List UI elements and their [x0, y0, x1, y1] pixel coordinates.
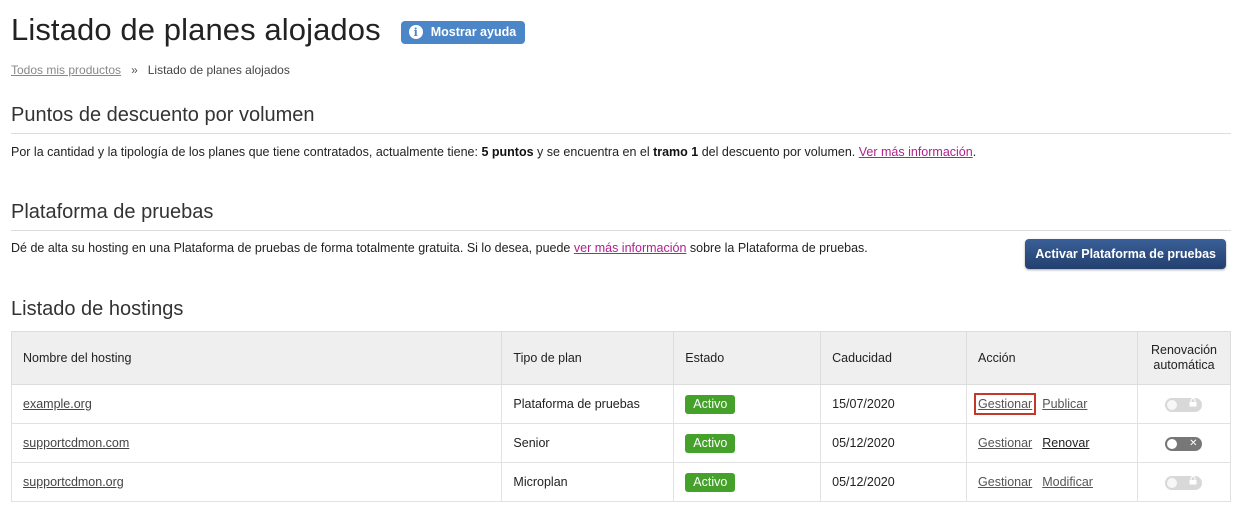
testing-more-info-link[interactable]: ver más información: [574, 241, 687, 255]
discount-text-1: Por la cantidad y la tipología de los pl…: [11, 145, 482, 159]
toggle-knob: [1167, 400, 1178, 410]
discount-text-3: del descuento por volumen.: [698, 145, 859, 159]
show-help-label: Mostrar ayuda: [430, 25, 517, 39]
breadcrumb-current: Listado de planes alojados: [147, 63, 290, 77]
plan-type: Senior: [501, 423, 675, 463]
status-badge: Activo: [685, 472, 736, 492]
expiry-date: 05/12/2020: [820, 462, 968, 502]
page-title: Listado de planes alojados: [11, 12, 381, 47]
hostings-heading: Listado de hostings: [11, 298, 184, 320]
discount-points: 5 puntos: [481, 145, 534, 159]
col-header-renewal: Renovación automática: [1136, 331, 1232, 385]
breadcrumb: Todos mis productos » Listado de planes …: [11, 63, 290, 77]
discount-more-info-link[interactable]: Ver más información: [859, 145, 973, 159]
col-header-name: Nombre del hosting: [10, 331, 503, 385]
hosting-name-link[interactable]: supportcdmon.org: [23, 475, 124, 489]
status-badge: Activo: [685, 433, 736, 453]
manage-link[interactable]: Gestionar: [978, 475, 1032, 489]
info-icon: i: [408, 25, 423, 39]
testing-text-1: Dé de alta su hosting en una Plataforma …: [11, 241, 574, 255]
discount-heading: Puntos de descuento por volumen: [11, 104, 1231, 134]
status-badge: Activo: [685, 394, 736, 414]
plan-type: Microplan: [501, 462, 675, 502]
table-row: example.org Plataforma de pruebas Activo…: [10, 384, 1232, 424]
x-icon: ✕: [1189, 438, 1198, 449]
discount-text-2: y se encuentra en el: [533, 145, 654, 159]
auto-renewal-toggle[interactable]: [1165, 398, 1203, 412]
table-header-row: Nombre del hosting Tipo de plan Estado C…: [10, 331, 1232, 385]
hostings-table: Nombre del hosting Tipo de plan Estado C…: [10, 331, 1232, 502]
modify-link[interactable]: Modificar: [1042, 475, 1093, 489]
lock-icon: [1189, 398, 1197, 412]
table-row: supportcdmon.org Microplan Activo 05/12/…: [10, 462, 1232, 502]
activate-testing-platform-button[interactable]: Activar Plataforma de pruebas: [1025, 239, 1226, 269]
auto-renewal-toggle[interactable]: [1165, 476, 1203, 490]
breadcrumb-all-products-link[interactable]: Todos mis productos: [11, 63, 121, 77]
testing-heading: Plataforma de pruebas: [11, 201, 1231, 231]
toggle-knob: [1167, 439, 1178, 449]
testing-text: Dé de alta su hosting en una Plataforma …: [11, 241, 868, 255]
col-header-status: Estado: [673, 331, 822, 385]
col-header-action: Acción: [966, 331, 1138, 385]
hosting-name-link[interactable]: supportcdmon.com: [23, 436, 129, 450]
discount-tier: tramo 1: [653, 145, 699, 159]
breadcrumb-separator: »: [131, 63, 138, 77]
auto-renewal-toggle[interactable]: ✕: [1165, 437, 1203, 451]
discount-text: Por la cantidad y la tipología de los pl…: [11, 145, 976, 159]
title-row: Listado de planes alojados i Mostrar ayu…: [11, 12, 526, 48]
toggle-knob: [1167, 478, 1178, 488]
expiry-date: 15/07/2020: [820, 384, 968, 424]
col-header-expiry: Caducidad: [820, 331, 968, 385]
lock-icon: [1189, 476, 1197, 490]
table-row: supportcdmon.com Senior Activo 05/12/202…: [10, 423, 1232, 463]
show-help-button[interactable]: i Mostrar ayuda: [400, 20, 526, 44]
renew-link[interactable]: Renovar: [1042, 436, 1089, 450]
discount-text-4: .: [972, 145, 977, 159]
hosting-name-link[interactable]: example.org: [23, 397, 92, 411]
publish-link[interactable]: Publicar: [1042, 397, 1087, 411]
col-header-plan: Tipo de plan: [501, 331, 675, 385]
plan-type: Plataforma de pruebas: [501, 384, 675, 424]
manage-link[interactable]: Gestionar: [978, 436, 1032, 450]
manage-link[interactable]: Gestionar: [974, 393, 1037, 415]
expiry-date: 05/12/2020: [820, 423, 968, 463]
testing-text-2: sobre la Plataforma de pruebas.: [686, 241, 868, 255]
